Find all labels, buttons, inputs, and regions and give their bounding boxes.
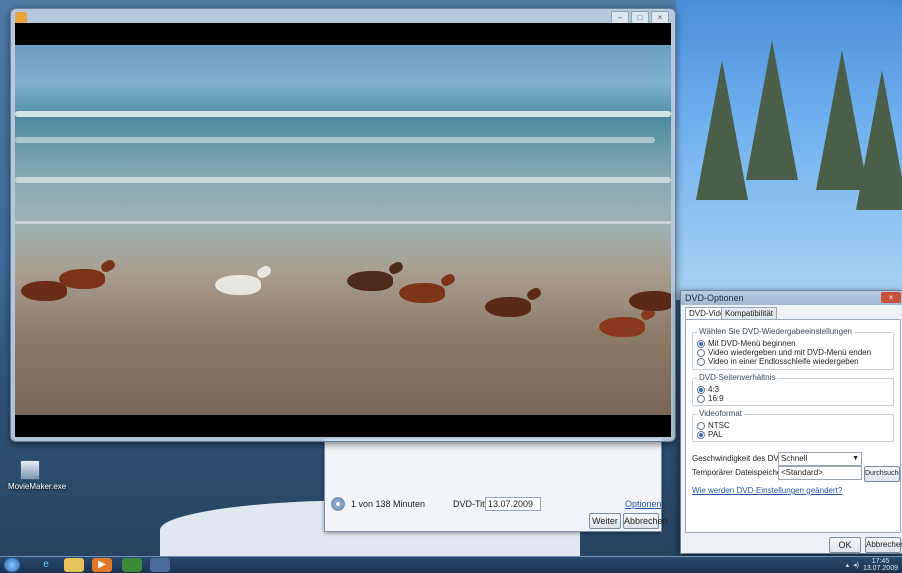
application-icon <box>20 460 40 480</box>
temp-location-input[interactable]: <Standard> <box>778 466 862 480</box>
clock[interactable]: 17:45 13.07.2009 <box>863 558 898 572</box>
ok-button[interactable]: OK <box>829 537 861 553</box>
option-16-9[interactable]: 16:9 <box>697 394 724 403</box>
clock-date: 13.07.2009 <box>862 565 898 572</box>
radio-button[interactable] <box>697 394 705 403</box>
wave <box>15 221 671 224</box>
horse <box>21 281 67 301</box>
clock-time: 17:45 <box>871 558 890 565</box>
video-format-group: Videoformat NTSC PAL <box>692 409 894 442</box>
wallpaper-tree <box>696 60 748 200</box>
option-pal[interactable]: PAL <box>697 430 723 439</box>
windows-orb-icon[interactable] <box>4 558 20 572</box>
horse <box>485 297 531 317</box>
radio-button[interactable] <box>697 385 705 394</box>
horse <box>59 269 105 289</box>
video-area[interactable] <box>15 23 671 437</box>
taskbar: e ▶ ▴ ◂) 17:45 13.07.2009 <box>0 556 902 573</box>
dvd-maker-window: 1 von 138 Minuten DVD-Titel: 13.07.2009 … <box>324 438 668 532</box>
option-label: 4:3 <box>708 385 720 394</box>
option-ntsc[interactable]: NTSC <box>697 421 730 430</box>
media-player-icon[interactable]: ▶ <box>92 558 112 572</box>
duration-text: 1 von 138 Minuten <box>351 499 426 509</box>
dialog-title: DVD-Optionen <box>681 291 902 305</box>
wallpaper-tree <box>746 40 798 180</box>
browse-button[interactable]: Durchsuchen <box>864 466 900 482</box>
desktop-icon-label: MovieMaker.exe <box>8 482 67 491</box>
dvd-options-dialog: DVD-Optionen × DVD-Video Kompatibilität … <box>680 290 902 554</box>
aspect-ratio-group: DVD-Seitenverhältnis 4:3 16:9 <box>692 373 894 406</box>
dvd-title-input[interactable]: 13.07.2009 <box>485 497 541 511</box>
radio-button[interactable] <box>697 357 705 366</box>
playback-group-label: Wählen Sie DVD-Wiedergabeeinstellungen <box>697 327 854 336</box>
aspect-ratio-label: DVD-Seitenverhältnis <box>697 373 778 382</box>
cancel-button[interactable]: Abbrechen <box>623 513 668 529</box>
desktop-wallpaper-sky <box>676 0 902 300</box>
option-label: NTSC <box>708 421 730 430</box>
media-center-icon[interactable] <box>122 558 142 572</box>
option-label: Video in einer Endlosschleife wiedergebe… <box>708 357 859 366</box>
option-label: 16:9 <box>708 394 724 403</box>
dvd-video-panel: Wählen Sie DVD-Wiedergabeeinstellungen M… <box>685 319 901 533</box>
chevron-down-icon: ▼ <box>852 455 859 462</box>
wave <box>15 177 671 183</box>
network-icon[interactable]: ▴ <box>846 561 850 569</box>
dvd-maker-icon[interactable] <box>150 558 170 572</box>
volume-icon[interactable]: ◂) <box>853 561 859 569</box>
burner-speed-value: Schnell <box>781 454 808 463</box>
option-label: Mit DVD-Menü beginnen <box>708 339 796 348</box>
explorer-folder-icon[interactable] <box>64 558 84 572</box>
option-start-with-menu[interactable]: Mit DVD-Menü beginnen <box>697 339 796 348</box>
internet-explorer-icon[interactable]: e <box>36 558 56 572</box>
wave <box>15 137 655 143</box>
system-tray: ▴ ◂) 17:45 13.07.2009 <box>846 558 898 572</box>
playback-group: Wählen Sie DVD-Wiedergabeeinstellungen M… <box>692 327 894 370</box>
wallpaper-tree <box>856 70 902 210</box>
burner-speed-select[interactable]: Schnell ▼ <box>778 452 862 466</box>
desktop-icon-moviemaker[interactable]: MovieMaker.exe <box>8 460 66 500</box>
radio-button[interactable] <box>697 430 705 439</box>
video-player-window: – □ × <box>10 8 676 442</box>
option-label: Video wiedergeben und mit DVD-Menü enden <box>708 348 872 357</box>
options-link[interactable]: Optionen <box>625 499 662 509</box>
horse-white <box>215 275 261 295</box>
horse <box>629 291 671 311</box>
help-link[interactable]: Wie werden DVD-Einstellungen geändert? <box>692 486 842 495</box>
horse <box>599 317 645 337</box>
option-label: PAL <box>708 430 723 439</box>
disc-icon <box>331 497 345 511</box>
dialog-close-button[interactable]: × <box>881 292 901 303</box>
option-end-with-menu[interactable]: Video wiedergeben und mit DVD-Menü enden <box>697 348 871 357</box>
next-button[interactable]: Weiter <box>589 513 621 529</box>
horse <box>347 271 393 291</box>
radio-button[interactable] <box>697 339 705 348</box>
radio-button[interactable] <box>697 421 705 430</box>
dialog-cancel-button[interactable]: Abbrechen <box>865 537 902 553</box>
option-4-3[interactable]: 4:3 <box>697 385 719 394</box>
video-frame-beach-horses <box>15 45 671 415</box>
video-format-label: Videoformat <box>697 409 744 418</box>
option-loop[interactable]: Video in einer Endlosschleife wiedergebe… <box>697 357 859 366</box>
radio-button[interactable] <box>697 348 705 357</box>
horse <box>399 283 445 303</box>
wave <box>15 111 671 117</box>
